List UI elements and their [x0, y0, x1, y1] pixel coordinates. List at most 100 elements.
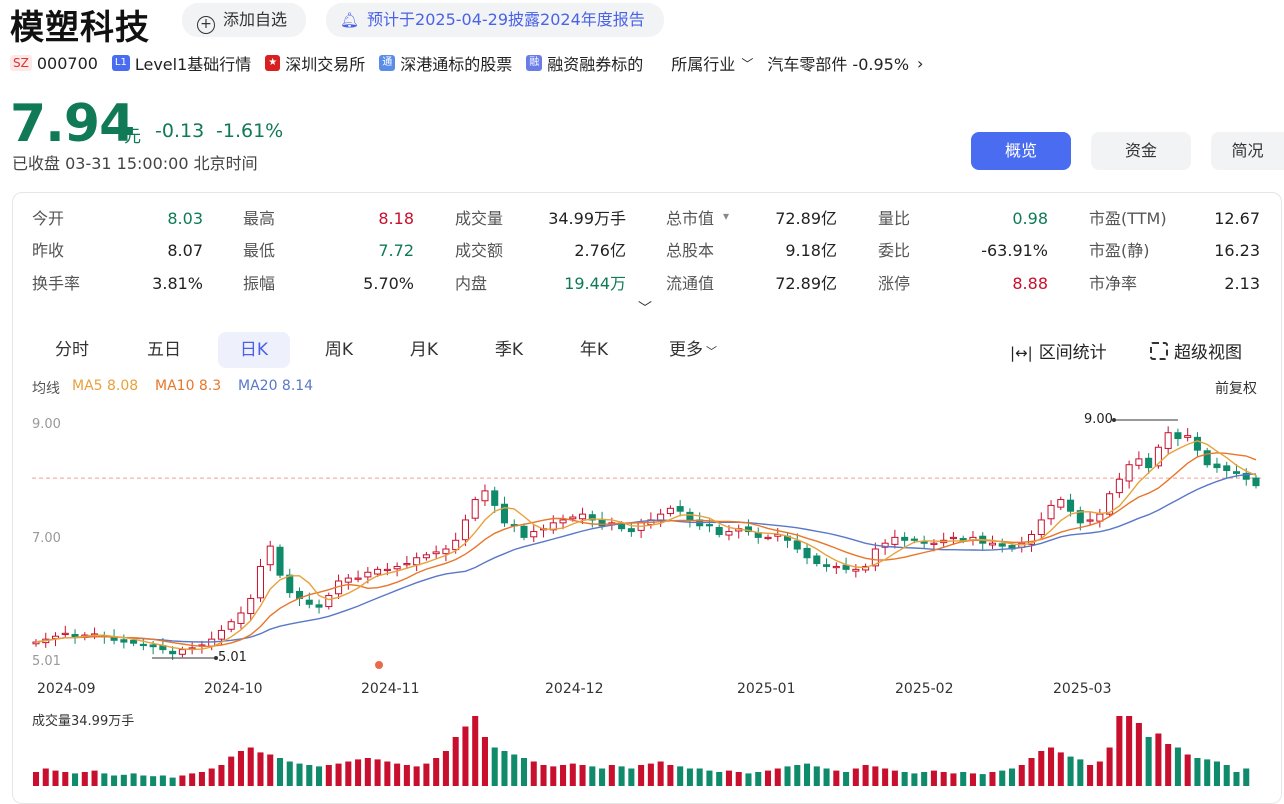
candle-body	[432, 551, 440, 555]
market-tag[interactable]: ★ 深圳交易所	[265, 51, 365, 75]
x-label: 2025-02	[895, 681, 954, 697]
candle-body	[715, 526, 723, 535]
kline-chart[interactable]	[0, 400, 1284, 794]
volume-bar	[276, 758, 284, 786]
level1-tag[interactable]: L1 Level1基础行情	[111, 51, 251, 75]
stat-label: 流通值	[666, 274, 715, 293]
volume-bar	[306, 765, 313, 786]
candle-body	[901, 536, 909, 541]
volume-bar	[423, 763, 430, 786]
volume-bar	[140, 775, 147, 786]
tab-quarterly-k[interactable]: 季K	[475, 332, 543, 368]
stat-label: 昨收	[32, 241, 65, 260]
caret-down-icon[interactable]: ▾	[723, 209, 729, 223]
stat-label: 成交额	[455, 241, 504, 260]
volume-bar	[384, 761, 391, 786]
stat-label: 总市值	[666, 209, 715, 228]
volume-bar	[1067, 756, 1074, 786]
volume-bar	[1184, 754, 1191, 786]
volume-bar	[862, 765, 869, 786]
tab-monthly-k[interactable]: 月K	[390, 332, 458, 368]
volume-bar	[735, 772, 742, 786]
volume-bar	[852, 768, 859, 786]
volume-bar	[345, 761, 352, 786]
tab-yearly-k[interactable]: 年K	[560, 332, 628, 368]
tab-intraday[interactable]: 分时	[38, 332, 106, 368]
candle-body	[491, 490, 499, 506]
range-stats-button[interactable]: |↔| 区间统计	[1010, 338, 1107, 363]
candle-body	[1174, 432, 1182, 440]
chevron-down-icon: ﹀	[741, 56, 754, 71]
volume-bar	[628, 768, 635, 786]
candle-body	[1057, 499, 1065, 508]
volume-bar	[1145, 737, 1152, 786]
volume-bar	[911, 773, 918, 786]
stat-label: 涨停	[878, 274, 911, 293]
stat-value: 5.70%	[363, 274, 414, 293]
stat-value: 8.18	[378, 209, 414, 228]
tab-weekly-k[interactable]: 周K	[305, 332, 373, 368]
candle-body	[481, 490, 489, 502]
tab-daily-k[interactable]: 日K	[218, 332, 290, 368]
report-notice[interactable]: 🔔︎ 预计于2025-04-29披露2024年度报告	[326, 3, 664, 37]
margin-label: 融资融券标的	[547, 55, 644, 74]
candle-body	[403, 563, 411, 566]
volume-bar	[1116, 716, 1123, 786]
low-annotation: 5.01	[218, 650, 247, 665]
price-change: -0.13	[155, 120, 205, 142]
super-view-button[interactable]: 超级视图	[1150, 338, 1242, 363]
code-tag: SZ 000700	[10, 54, 98, 73]
volume-bar	[296, 763, 303, 786]
volume-bar	[267, 754, 274, 786]
stat-value: 7.72	[378, 241, 414, 260]
candle-body	[237, 612, 245, 624]
volume-bar	[579, 765, 586, 786]
volume-bar	[198, 772, 205, 786]
candle-body	[1213, 463, 1221, 469]
volume-bar	[1057, 752, 1064, 786]
stat-label: 量比	[878, 209, 911, 228]
adjust-mode-button[interactable]: 前复权	[1215, 378, 1257, 398]
expand-chevron-icon[interactable]: ﹀	[638, 298, 652, 318]
volume-bar	[42, 768, 49, 786]
stat-label: 市净率	[1089, 274, 1138, 293]
add-watchlist-button[interactable]: + 添加自选	[182, 3, 306, 37]
connect-tag[interactable]: 通 深港通标的股票	[379, 51, 512, 75]
volume-bar	[1204, 759, 1211, 786]
stat-label: 内盘	[455, 274, 488, 293]
candle-body	[1184, 435, 1192, 438]
x-label: 2025-01	[737, 681, 796, 697]
tab-more[interactable]: 更多 ﹀	[658, 332, 728, 368]
stat-label: 市盈(TTM)	[1089, 209, 1167, 228]
candle-body	[1164, 432, 1172, 449]
ma5-label: MA5 8.08	[72, 378, 139, 394]
stat-value: 16.23	[1214, 241, 1260, 260]
x-label: 2024-10	[204, 681, 263, 697]
tab-overview[interactable]: 概览	[971, 132, 1071, 170]
volume-bar	[1008, 768, 1016, 786]
volume-bar	[667, 765, 674, 786]
industry-link[interactable]: 汽车零部件 -0.95% ›	[767, 51, 923, 75]
volume-bar	[618, 766, 625, 786]
volume-bar	[111, 775, 118, 786]
candle-body	[256, 565, 265, 599]
ma20-line	[35, 473, 1257, 643]
volume-bar	[491, 747, 498, 786]
candle-body	[247, 597, 255, 615]
volume-bar	[530, 761, 537, 786]
volume-bar	[501, 751, 508, 786]
volume-bar	[62, 772, 69, 786]
margin-tag[interactable]: 融 融资融券标的	[526, 51, 643, 75]
candle-body	[354, 577, 362, 580]
industry-dropdown[interactable]: 所属行业 ﹀	[671, 51, 753, 75]
volume-bar	[1194, 758, 1201, 786]
volume-bar	[335, 763, 342, 786]
volume-bar	[52, 770, 59, 786]
tab-profile[interactable]: 简况	[1211, 132, 1284, 170]
volume-bar	[696, 768, 703, 786]
candle-body	[374, 568, 382, 575]
china-flag-icon: ★	[265, 55, 281, 71]
tab-funds[interactable]: 资金	[1091, 132, 1191, 170]
candle-body	[169, 650, 177, 655]
tab-five-day[interactable]: 五日	[130, 332, 198, 368]
